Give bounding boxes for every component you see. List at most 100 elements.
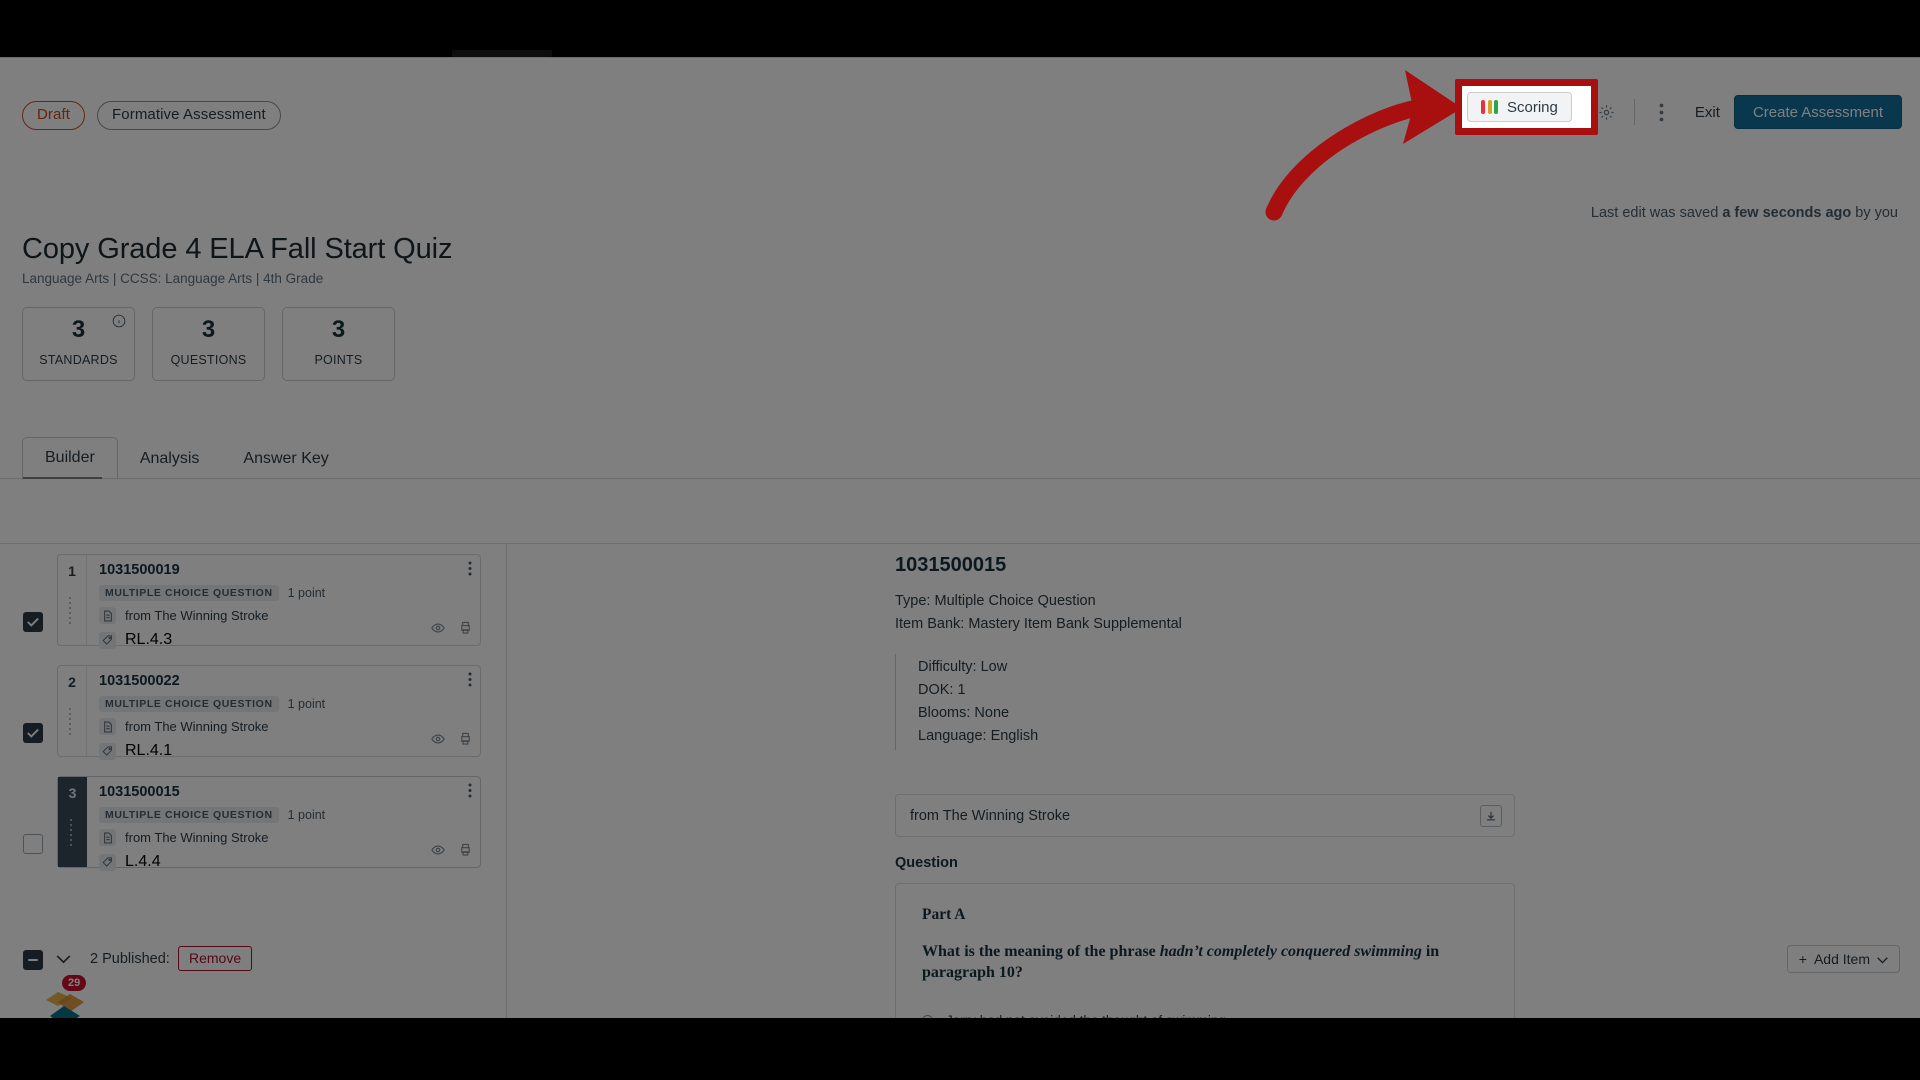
tag-icon	[99, 853, 116, 871]
question-meta: MULTIPLE CHOICE QUESTION 1 point	[99, 585, 470, 601]
question-preview-box: Part A What is the meaning of the phrase…	[895, 883, 1515, 1018]
document-icon	[99, 829, 116, 846]
question-detail-pane: 1031500015 Type: Multiple Choice Questio…	[895, 554, 1515, 1018]
stats-row: 3 STANDARDS 3 QUESTIONS 3 POINTS	[22, 307, 395, 381]
question-kebab-icon[interactable]	[468, 561, 472, 581]
stat-card-standards[interactable]: 3 STANDARDS	[22, 307, 135, 381]
drag-handle-icon[interactable]	[68, 706, 77, 736]
browser-tab-stub	[452, 50, 552, 57]
question-card[interactable]: 2 1031500022 MULTIPLE CHOICE QUESTION 1 …	[57, 665, 481, 760]
preview-icon[interactable]	[431, 843, 445, 861]
detail-blooms: Blooms: None	[918, 705, 1010, 721]
detail-dok: DOK: 1	[918, 682, 966, 698]
question-standard: RL.4.1	[125, 742, 173, 759]
scoring-button-label: Scoring	[1522, 103, 1573, 121]
card-body: 1031500015 MULTIPLE CHOICE QUESTION 1 po…	[87, 777, 480, 871]
detail-bank-line: Item Bank: Mastery Item Bank Supplementa…	[895, 616, 1182, 632]
print-icon[interactable]	[459, 732, 472, 750]
question-standard: RL.4.3	[125, 631, 173, 648]
list-item: 1 1031500019 MULTIPLE CHOICE QUESTION 1 …	[0, 554, 506, 649]
info-icon[interactable]	[112, 314, 126, 333]
question-id: 1031500019	[99, 562, 180, 578]
question-index: 2	[68, 674, 76, 690]
tab-bar-rule	[0, 478, 1920, 479]
preview-icon[interactable]	[431, 732, 445, 750]
create-assessment-button[interactable]: Create Assessment	[1733, 95, 1902, 129]
stat-card-points[interactable]: 3 POINTS	[282, 307, 395, 381]
detail-difficulty: Difficulty: Low	[918, 659, 1008, 675]
question-card[interactable]: 1 1031500019 MULTIPLE CHOICE QUESTION 1 …	[57, 554, 481, 649]
card-gutter: 1	[58, 555, 87, 645]
detail-question-id: 1031500015	[895, 554, 1007, 576]
question-checkbox[interactable]	[23, 723, 43, 743]
status-badge-type: Formative Assessment	[97, 101, 281, 130]
question-checkbox[interactable]	[23, 834, 43, 854]
tab-bar: Builder Analysis Answer Key	[22, 437, 351, 480]
chevron-down-icon[interactable]	[56, 951, 71, 969]
scoring-button[interactable]: Scoring	[1481, 95, 1588, 129]
question-passage: from The Winning Stroke	[125, 608, 269, 623]
tab-answer-key[interactable]: Answer Key	[221, 439, 350, 480]
drag-handle-icon[interactable]	[68, 595, 77, 625]
question-part-label: Part A	[922, 906, 966, 923]
stat-value: 3	[331, 315, 346, 343]
detail-meta-box: Difficulty: Low DOK: 1 Blooms: None Lang…	[895, 654, 1515, 750]
stat-label: POINTS	[314, 352, 363, 367]
answer-choice-label: Jerry had not avoided the thought of swi…	[946, 1013, 1230, 1018]
document-icon	[99, 607, 116, 624]
stat-label: QUESTIONS	[170, 352, 247, 367]
question-card[interactable]: 3 1031500015 MULTIPLE CHOICE QUESTION 1 …	[57, 776, 481, 871]
card-actions	[431, 843, 472, 861]
stat-label: STANDARDS	[39, 352, 118, 367]
published-count-text: 2 Published:	[90, 951, 170, 967]
app-viewport: Draft Formative Assessment Scoring Exit …	[0, 57, 1920, 1018]
detail-type-line: Type: Multiple Choice Question	[895, 593, 1096, 609]
question-kebab-icon[interactable]	[468, 672, 472, 692]
preview-icon[interactable]	[431, 621, 445, 639]
expand-stimulus-icon[interactable]	[1480, 804, 1502, 827]
question-section-label: Question	[895, 855, 958, 871]
select-all-checkbox[interactable]	[23, 950, 43, 970]
radio-icon[interactable]	[922, 1015, 933, 1018]
stat-card-questions[interactable]: 3 QUESTIONS	[152, 307, 265, 381]
question-standard-row: L.4.4	[99, 853, 470, 871]
question-points: 1 point	[287, 586, 326, 600]
stimulus-bar[interactable]: from The Winning Stroke	[895, 794, 1515, 837]
toolbar-rule	[0, 543, 1920, 544]
tab-active-notch	[23, 477, 102, 479]
question-points: 1 point	[287, 697, 326, 711]
saved-suffix: by you	[1851, 205, 1898, 221]
question-index: 3	[68, 785, 77, 801]
tab-builder[interactable]: Builder	[22, 437, 118, 480]
question-checkbox[interactable]	[23, 612, 43, 632]
card-gutter: 3	[58, 777, 87, 867]
stimulus-title: from The Winning Stroke	[910, 807, 1071, 824]
list-item: 2 1031500022 MULTIPLE CHOICE QUESTION 1 …	[0, 665, 506, 760]
card-body: 1031500022 MULTIPLE CHOICE QUESTION 1 po…	[87, 666, 480, 760]
add-item-button[interactable]: + Add Item	[1786, 945, 1900, 973]
question-points: 1 point	[287, 808, 326, 822]
question-standard: L.4.4	[125, 853, 161, 870]
drag-handle-icon[interactable]	[68, 817, 77, 847]
header-divider-vertical	[1633, 99, 1635, 125]
detail-language: Language: English	[918, 728, 1039, 744]
stat-value: 3	[201, 315, 216, 343]
question-meta: MULTIPLE CHOICE QUESTION 1 point	[99, 807, 470, 823]
question-passage: from The Winning Stroke	[125, 719, 269, 734]
more-options-kebab-icon[interactable]	[1643, 95, 1681, 129]
question-kebab-icon[interactable]	[468, 783, 472, 803]
settings-gear-icon[interactable]	[1588, 95, 1626, 129]
question-type-pill: MULTIPLE CHOICE QUESTION	[99, 585, 279, 601]
stem-before: What is the meaning of the phrase	[922, 943, 1160, 960]
print-icon[interactable]	[459, 621, 472, 639]
question-id: 1031500015	[99, 784, 180, 800]
exit-button[interactable]: Exit	[1681, 95, 1734, 129]
question-passage-row: from The Winning Stroke	[99, 718, 470, 735]
print-icon[interactable]	[459, 843, 472, 861]
answer-choice[interactable]: Jerry had not avoided the thought of swi…	[922, 1013, 1488, 1018]
list-toolbar: 2 Published: Remove + Add Item	[0, 497, 1920, 973]
screenshot-stage: Draft Formative Assessment Scoring Exit …	[0, 0, 1920, 1080]
question-passage-row: from The Winning Stroke	[99, 829, 470, 846]
remove-button[interactable]: Remove	[178, 946, 253, 971]
tab-analysis[interactable]: Analysis	[118, 439, 222, 480]
